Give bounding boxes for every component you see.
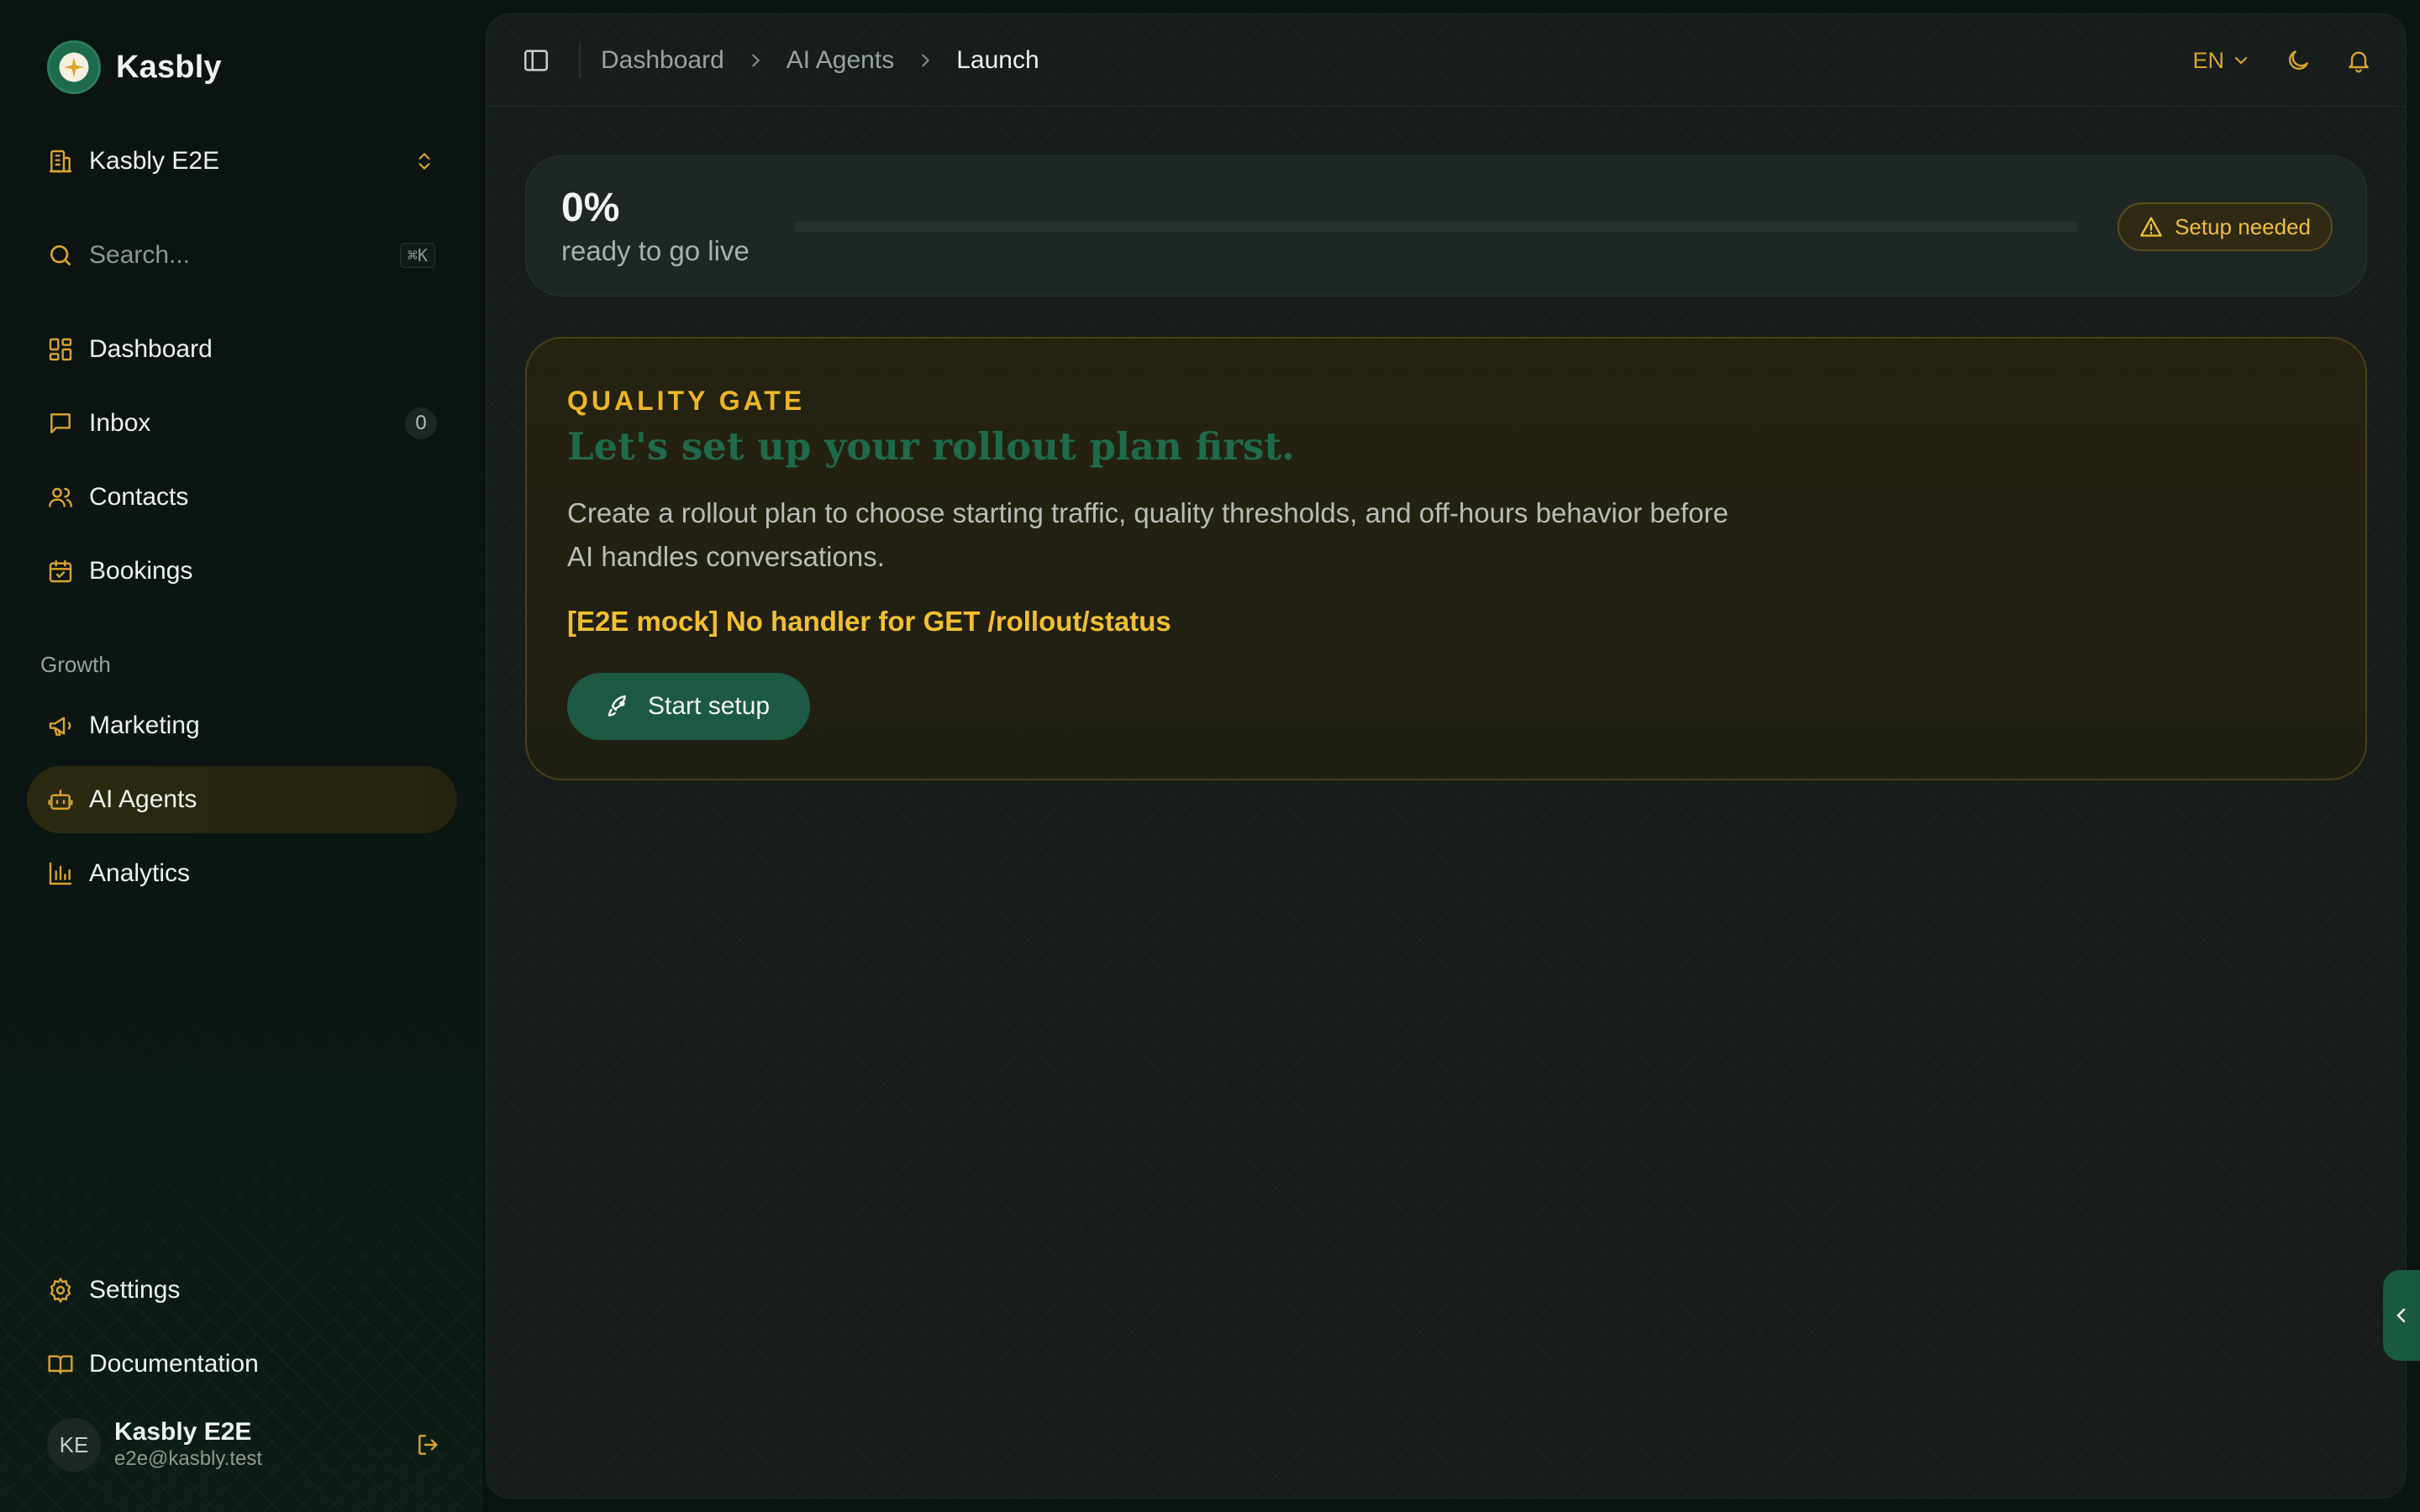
sidebar-item-label: Analytics: [89, 859, 191, 887]
sidebar-item-analytics[interactable]: Analytics: [27, 840, 457, 907]
bell-icon[interactable]: [2345, 47, 2372, 74]
logo-icon: [47, 40, 101, 94]
start-setup-button[interactable]: Start setup: [567, 673, 811, 740]
sidebar-item-ai-agents[interactable]: AI Agents: [27, 766, 457, 833]
avatar: KE: [47, 1418, 101, 1472]
dashboard-icon: [47, 336, 74, 363]
contacts-icon: [47, 484, 74, 511]
main-panel: Dashboard AI Agents Launch EN 0% ready t…: [486, 13, 2407, 1499]
sidebar-item-label: Settings: [89, 1276, 181, 1304]
sidebar-item-contacts[interactable]: Contacts: [27, 464, 457, 531]
sidebar-item-label: Documentation: [89, 1350, 259, 1378]
workspace-name: Kasbly E2E: [89, 147, 220, 175]
bar-chart-icon: [47, 860, 74, 887]
divider: [579, 43, 581, 78]
bot-icon: [47, 786, 74, 813]
top-bar: Dashboard AI Agents Launch EN: [487, 14, 2406, 107]
gear-icon: [47, 1277, 74, 1304]
footer-nav: Settings Documentation: [27, 1257, 457, 1404]
logout-icon[interactable]: [415, 1431, 442, 1458]
chevron-left-icon: [2391, 1305, 2412, 1326]
growth-nav: Marketing AI Agents Analytics: [27, 692, 457, 914]
language-value: EN: [2192, 47, 2224, 73]
warning-icon: [2139, 215, 2163, 239]
search-bar[interactable]: Search... ⌘K: [47, 235, 435, 276]
user-name: Kasbly E2E: [114, 1418, 252, 1446]
breadcrumb: Dashboard AI Agents Launch: [601, 43, 1039, 78]
search-icon: [47, 242, 74, 269]
quality-gate-eyebrow: QUALITY GATE: [567, 386, 806, 416]
start-setup-label: Start setup: [648, 692, 771, 720]
sidebar-item-label: AI Agents: [89, 785, 197, 813]
sidebar-item-label: Bookings: [89, 557, 193, 585]
collapse-panel-handle[interactable]: [2383, 1270, 2420, 1361]
sidebar-item-settings[interactable]: Settings: [27, 1257, 457, 1324]
calendar-icon: [47, 558, 74, 585]
sidebar-item-label: Dashboard: [89, 335, 213, 363]
chevron-down-icon: [2231, 50, 2251, 71]
sidebar-item-bookings[interactable]: Bookings: [27, 538, 457, 605]
quality-gate-description: Create a rollout plan to choose starting…: [567, 497, 1728, 572]
sidebar-item-documentation[interactable]: Documentation: [27, 1331, 457, 1398]
nav-section-label: Growth: [40, 652, 111, 677]
readiness-label: ready to go live: [561, 235, 750, 266]
brand-name: Kasbly: [116, 49, 222, 85]
error-message: [E2E mock] No handler for GET /rollout/s…: [567, 606, 1171, 637]
breadcrumb-dashboard[interactable]: Dashboard: [601, 46, 724, 75]
primary-nav: Dashboard Inbox 0 Contacts Bookings: [27, 316, 457, 612]
sidebar-toggle-icon[interactable]: [522, 46, 550, 75]
chevron-right-icon: [746, 51, 765, 70]
sidebar-item-marketing[interactable]: Marketing: [27, 692, 457, 759]
quality-gate-card: QUALITY GATE Let's set up your rollout p…: [525, 337, 2367, 780]
rocket-icon: [606, 693, 633, 720]
quality-gate-title: Let's set up your rollout plan first.: [567, 424, 1295, 469]
megaphone-icon: [47, 712, 74, 739]
search-shortcut: ⌘K: [399, 243, 435, 268]
header-actions: EN: [2192, 39, 2372, 81]
sidebar: Kasbly Kasbly E2E Search... ⌘K Dashboard: [0, 0, 482, 1512]
sidebar-item-label: Inbox: [89, 409, 151, 437]
language-select[interactable]: EN: [2192, 48, 2251, 74]
inbox-icon: [47, 410, 74, 437]
moon-icon[interactable]: [2285, 47, 2312, 74]
sidebar-item-label: Contacts: [89, 483, 189, 511]
sidebar-item-label: Marketing: [89, 711, 200, 739]
workspace-switcher[interactable]: Kasbly E2E: [47, 141, 435, 181]
sidebar-item-inbox[interactable]: Inbox 0: [27, 390, 457, 457]
user-email: e2e@kasbly.test: [114, 1447, 263, 1470]
search-input[interactable]: Search...: [89, 241, 385, 270]
book-icon: [47, 1351, 74, 1378]
chevron-right-icon: [916, 51, 934, 70]
user-profile[interactable]: KE Kasbly E2E e2e@kasbly.test: [47, 1418, 442, 1472]
brand[interactable]: Kasbly: [47, 40, 222, 94]
chevrons-up-down-icon: [413, 150, 435, 172]
inbox-count-badge: 0: [405, 407, 437, 439]
readiness-progress-bar: [793, 222, 2079, 232]
breadcrumb-ai-agents[interactable]: AI Agents: [786, 46, 894, 75]
setup-needed-badge: Setup needed: [2118, 202, 2333, 251]
setup-needed-text: Setup needed: [2175, 213, 2311, 239]
breadcrumb-launch: Launch: [956, 46, 1039, 74]
readiness-percent: 0%: [561, 186, 620, 230]
building-icon: [47, 148, 74, 175]
sidebar-item-dashboard[interactable]: Dashboard: [27, 316, 457, 383]
readiness-card: 0% ready to go live Setup needed: [525, 155, 2367, 297]
